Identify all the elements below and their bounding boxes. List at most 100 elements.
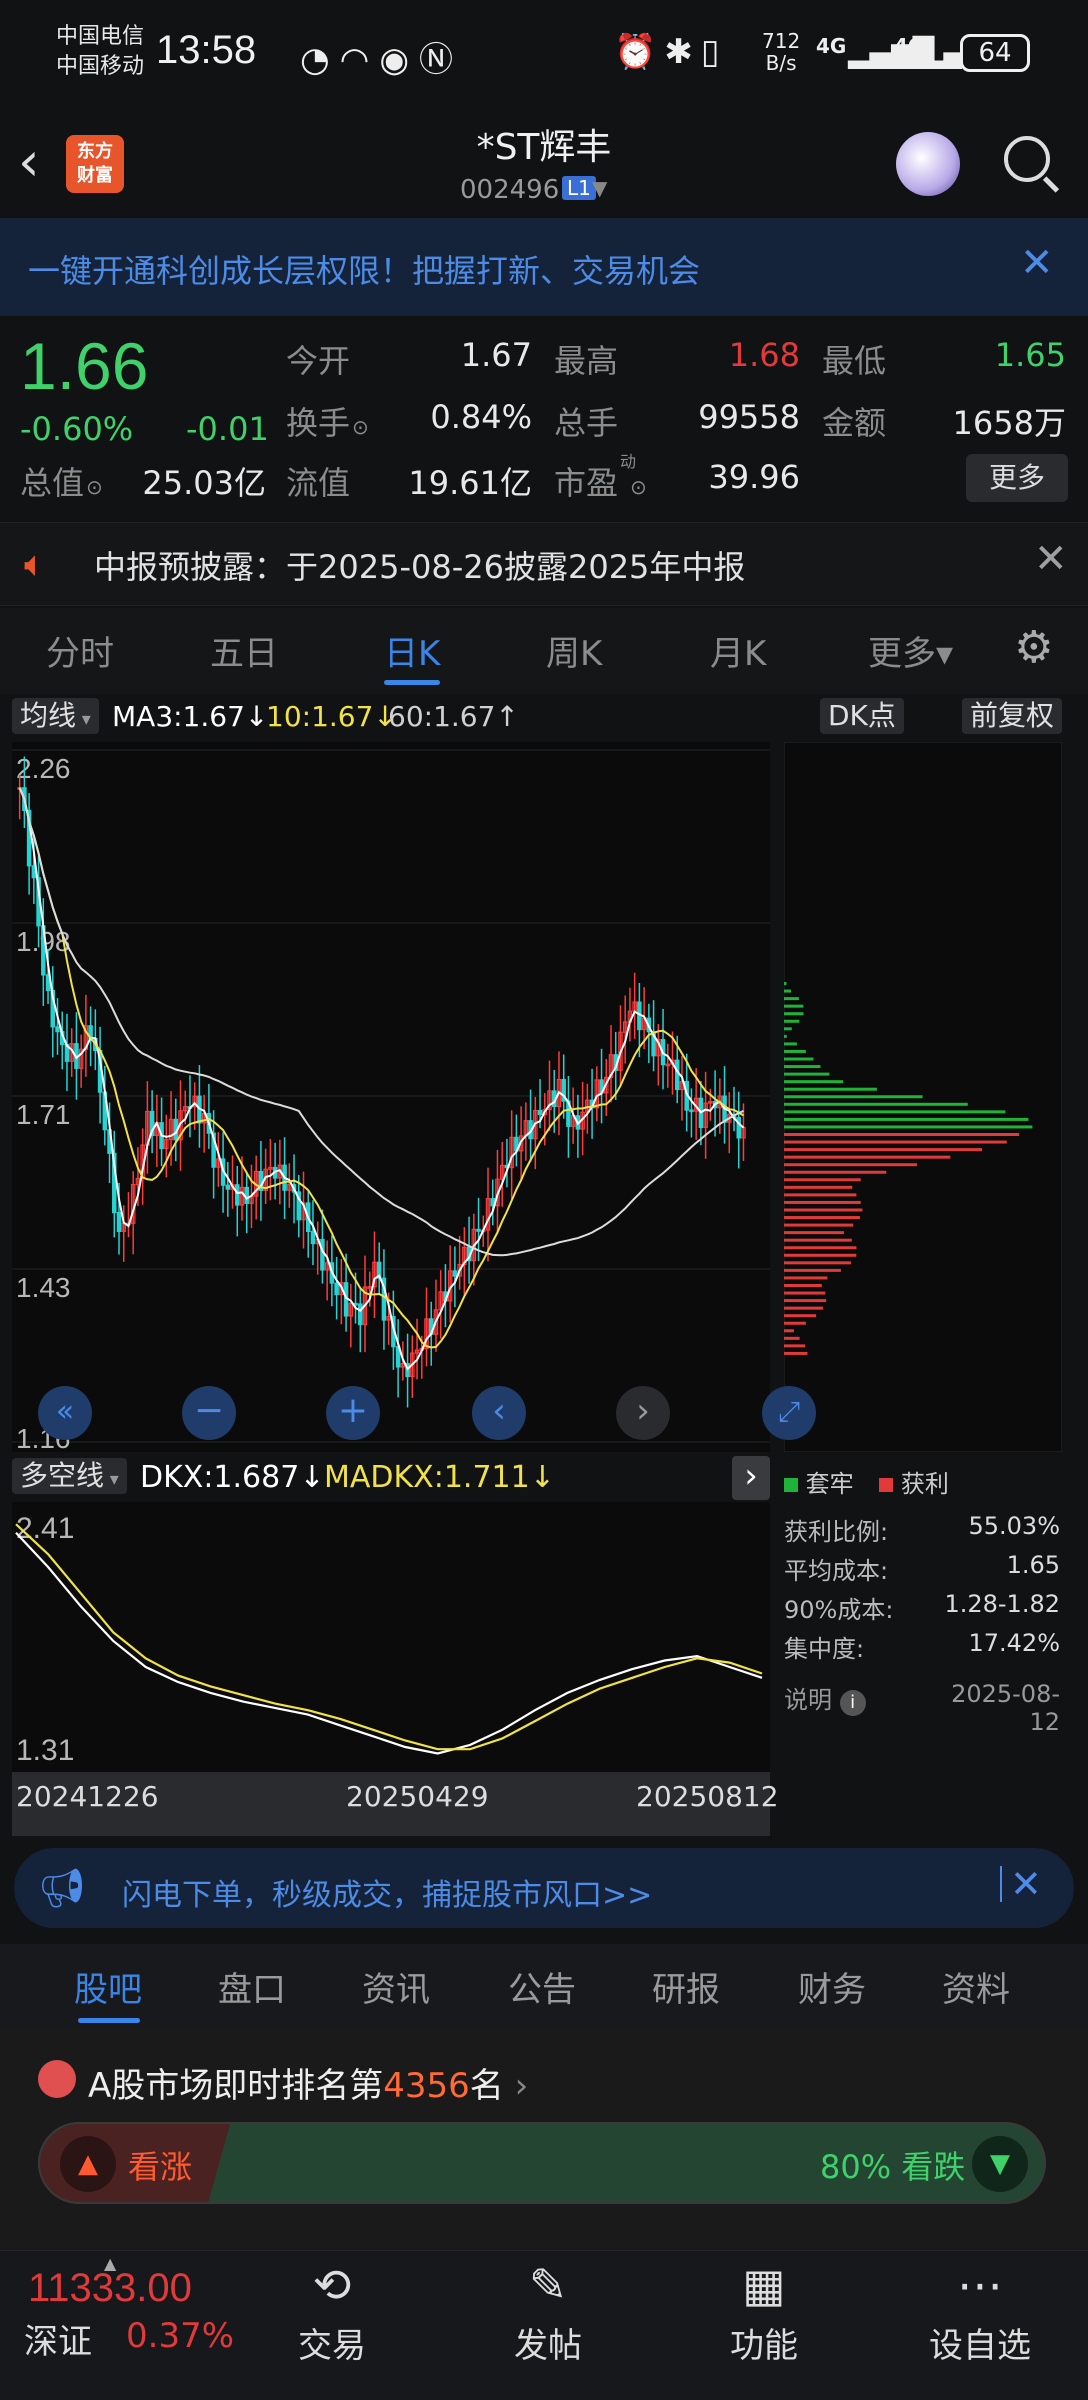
x-tick-label: 20250429	[346, 1780, 489, 1813]
vote-up-button[interactable]: ▲	[60, 2136, 116, 2192]
explain-link[interactable]: 说明 i	[784, 1680, 866, 1716]
nav-post[interactable]: 发帖	[488, 2318, 608, 2367]
chip-bar	[784, 1216, 860, 1220]
change-amount: -0.01	[186, 410, 269, 448]
vote-up-label[interactable]: 看涨	[128, 2142, 192, 2188]
quote-field-label: 金额	[822, 404, 887, 442]
caret-down-icon: ▾	[76, 709, 91, 730]
ma-select[interactable]: 均线 ▾	[12, 698, 99, 734]
content-tab-5[interactable]: 财务	[798, 1962, 866, 2011]
candle-body	[476, 1228, 481, 1232]
banner-text[interactable]: 一键开通科创成长层权限！把握打新、交易机会	[28, 246, 700, 292]
candle-body	[244, 1186, 249, 1204]
chip-stat-label: 平均成本:	[784, 1557, 889, 1585]
vote-down-label[interactable]: 80% 看跌	[820, 2142, 965, 2188]
chip-bar	[784, 1321, 806, 1325]
step-right-button[interactable]: ›	[616, 1386, 670, 1440]
candle-body	[225, 1184, 231, 1190]
chip-bar	[784, 1223, 854, 1227]
chip-bar	[784, 1095, 923, 1099]
dk-chip[interactable]: DK点	[820, 698, 904, 734]
grid-icon[interactable]: ▦	[724, 2258, 804, 2312]
info-circle-icon: ⊙	[352, 415, 369, 439]
rewind-button[interactable]: «	[38, 1386, 92, 1440]
candle-body	[452, 1270, 458, 1277]
nav-trade[interactable]: 交易	[272, 2318, 392, 2367]
sub-chart-background	[12, 1502, 770, 1772]
content-tab-2[interactable]: 资讯	[362, 1962, 430, 2011]
notice-close-icon[interactable]: ✕	[1034, 536, 1068, 582]
kline-chart[interactable]: 2.261.981.711.431.16	[12, 742, 770, 1452]
chip-bar	[784, 1291, 826, 1295]
candle-body	[674, 1059, 680, 1091]
content-tab-0[interactable]: 股吧	[74, 1962, 142, 2011]
chip-bar	[784, 1253, 857, 1257]
chip-bar	[784, 1065, 821, 1069]
content-tab-4[interactable]: 研报	[652, 1962, 720, 2011]
chip-bar	[784, 1072, 830, 1076]
index-name[interactable]: 深证	[24, 2314, 92, 2363]
yen-cycle-icon[interactable]: ⟲	[292, 2258, 372, 2312]
chip-bar	[784, 1027, 792, 1031]
step-left-button[interactable]: ‹	[472, 1386, 526, 1440]
net-type-2: 4G	[894, 34, 925, 58]
chip-legend: 套牢 获利	[784, 1464, 949, 1499]
chip-bar	[784, 1012, 804, 1016]
assistant-robot-icon[interactable]	[896, 132, 960, 196]
tab-5[interactable]: 更多▾	[868, 626, 953, 675]
tab-2[interactable]: 日K	[384, 626, 440, 675]
chip-bar	[784, 1117, 1029, 1121]
candle-body	[689, 1109, 694, 1113]
carrier-2: 中国移动	[56, 54, 145, 79]
quote-field-label: 最低	[822, 342, 887, 380]
chart-background	[12, 742, 770, 1452]
chip-bar	[784, 1299, 827, 1303]
candle-body	[235, 1184, 240, 1206]
vote-down-button[interactable]: ▼	[972, 2136, 1028, 2192]
chip-bar	[784, 1238, 852, 1242]
tab-4[interactable]: 月K	[710, 626, 766, 675]
zoom-out-button[interactable]: −	[182, 1386, 236, 1440]
search-icon[interactable]	[1004, 136, 1050, 182]
nav-functions[interactable]: 功能	[704, 2318, 824, 2367]
content-tab-3[interactable]: 公告	[508, 1962, 576, 2011]
notice-text[interactable]: 中报预披露：于2025-08-26披露2025年中报	[94, 542, 745, 588]
rank-text[interactable]: A股市场即时排名第4356名 ›	[88, 2058, 528, 2107]
promo-text[interactable]: 闪电下单，秒级成交，捕捉股市风口>>	[122, 1870, 652, 1914]
fullscreen-icon[interactable]: ⤢	[762, 1386, 816, 1440]
restore-chip[interactable]: 前复权	[962, 698, 1063, 734]
content-tab-6[interactable]: 资料	[942, 1962, 1010, 2011]
chip-bar	[784, 1019, 800, 1023]
promo-close-icon[interactable]: ✕	[1010, 1862, 1042, 1906]
gear-icon[interactable]: ⚙	[1014, 622, 1053, 673]
expand-arrow-icon[interactable]: ›	[732, 1456, 770, 1500]
index-value[interactable]: 11333.00	[28, 2266, 192, 2311]
banner-close-icon[interactable]: ✕	[1020, 240, 1054, 286]
ma60-label: 60:1.67↑	[388, 700, 519, 733]
tab-1[interactable]: 五日	[210, 626, 278, 675]
active-content-tab-indicator	[78, 2018, 140, 2023]
chip-stat-value: 55.03%	[968, 1512, 1060, 1540]
chip-distribution-chart	[784, 742, 1062, 1452]
speaker-icon: 🔈︎	[24, 544, 46, 585]
ma10-label: 10:1.67↓	[266, 700, 397, 733]
nav-add-watchlist[interactable]: 设自选	[920, 2318, 1040, 2367]
chip-bar	[784, 1057, 814, 1061]
stock-code[interactable]: 002496	[460, 175, 559, 205]
tab-0[interactable]: 分时	[46, 626, 114, 675]
zoom-in-button[interactable]: +	[326, 1386, 380, 1440]
candle-body	[320, 1238, 325, 1271]
caret-down-icon[interactable]: ▼	[592, 176, 607, 200]
index-percent[interactable]: 0.37%	[126, 2316, 234, 2356]
more-circle-icon[interactable]: ⋯	[940, 2258, 1020, 2312]
dkx-chart[interactable]: 2.41 1.31	[12, 1502, 770, 1772]
quote-field-value: 39.96	[708, 458, 800, 496]
tab-3[interactable]: 周K	[546, 626, 602, 675]
quote-field-label: 今开	[286, 342, 351, 380]
chip-bar	[784, 1140, 1007, 1144]
quote-field-value: 0.84%	[430, 398, 532, 436]
more-button[interactable]: 更多	[966, 454, 1068, 502]
indicator-select[interactable]: 多空线 ▾	[12, 1458, 127, 1494]
edit-icon[interactable]: ✎	[508, 2258, 588, 2312]
content-tab-1[interactable]: 盘口	[218, 1962, 286, 2011]
